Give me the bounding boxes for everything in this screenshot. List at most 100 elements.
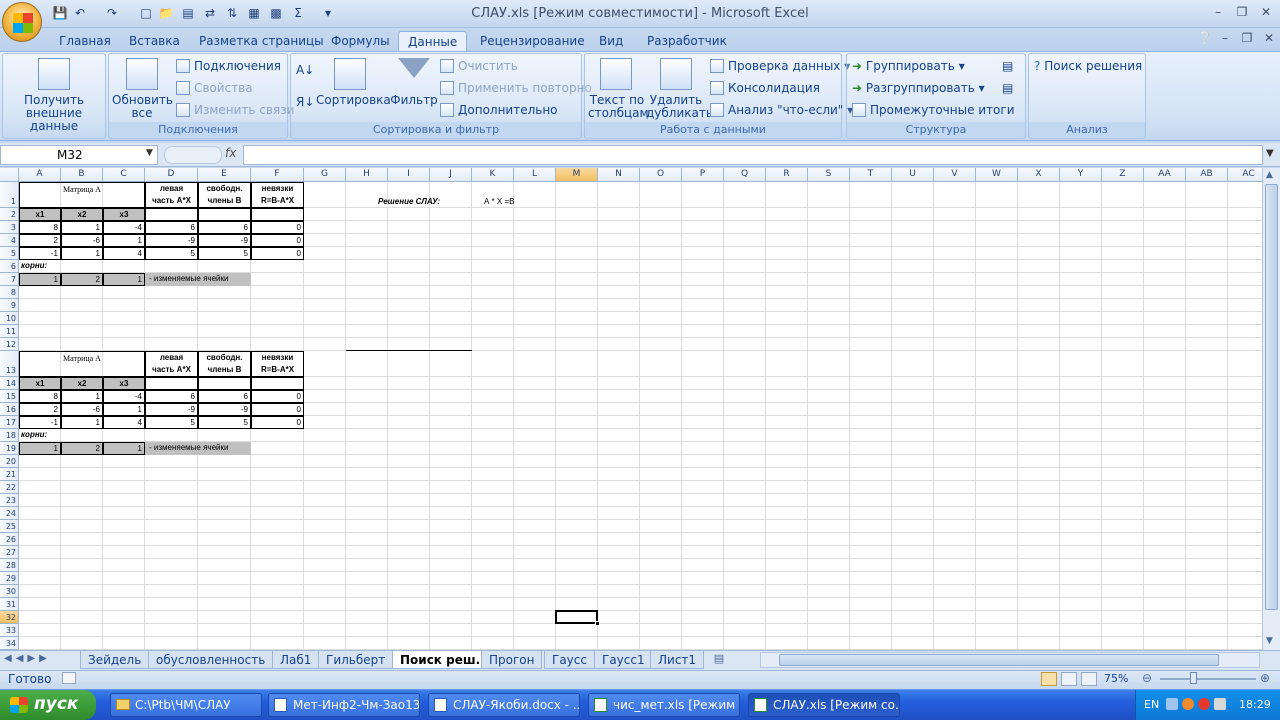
column-header[interactable]: Q	[724, 168, 766, 182]
vertical-scroll-thumb[interactable]	[1265, 184, 1278, 610]
root-cell[interactable]: 1	[103, 442, 145, 455]
tab-review[interactable]: Рецензирование	[471, 31, 594, 52]
row-header[interactable]: 25	[0, 520, 19, 533]
what-if-button[interactable]: Анализ "что-если" ▾	[710, 102, 853, 118]
matrix-cell[interactable]: -9	[198, 403, 251, 416]
row-header[interactable]: 13	[0, 351, 19, 377]
row-header[interactable]: 16	[0, 403, 19, 416]
tab-page-layout[interactable]: Разметка страницы	[190, 31, 333, 52]
name-box-dropdown-icon[interactable]: ▼	[146, 148, 153, 158]
column-header[interactable]: J	[430, 168, 472, 182]
matrix-title-cell[interactable]: Матрица А	[19, 182, 145, 208]
sheet-nav-icon[interactable]: ◀◀▶▶	[4, 653, 51, 664]
row-header[interactable]: 18	[0, 429, 19, 442]
column-header[interactable]: B	[61, 168, 103, 182]
free-terms-header[interactable]: свободн. члены В	[198, 351, 251, 377]
row-header[interactable]: 5	[0, 247, 19, 260]
column-header[interactable]: H	[346, 168, 388, 182]
refresh-all-button[interactable]: Обновить все	[112, 94, 173, 120]
row-header[interactable]: 3	[0, 221, 19, 234]
wb-close-icon[interactable]: ✕	[1258, 31, 1280, 47]
column-header[interactable]: O	[640, 168, 682, 182]
column-header[interactable]: S	[808, 168, 850, 182]
column-header[interactable]: T	[850, 168, 892, 182]
zoom-slider[interactable]	[1160, 678, 1256, 680]
name-box[interactable]: M32	[0, 145, 158, 165]
row-header[interactable]: 20	[0, 455, 19, 468]
expand-formula-icon[interactable]: ▼	[1266, 148, 1274, 159]
row-header[interactable]: 23	[0, 494, 19, 507]
task-explorer[interactable]: C:\Ptb\ЧМ\СЛАУ	[110, 693, 262, 717]
scroll-down-icon[interactable]: ▼	[1266, 636, 1273, 646]
sheet-tab[interactable]: обусловленность	[148, 651, 274, 669]
task-excel-2[interactable]: СЛАУ.xls [Режим со...	[748, 693, 900, 717]
matrix-cell[interactable]: 6	[145, 390, 198, 403]
data-validation-button[interactable]: Проверка данных ▾	[710, 58, 850, 74]
show-detail-icon[interactable]: ▤	[1002, 58, 1013, 74]
tab-home[interactable]: Главная	[50, 31, 120, 52]
column-header[interactable]: F	[251, 168, 304, 182]
page-layout-icon[interactable]	[1061, 672, 1077, 686]
zoom-slider-handle[interactable]	[1190, 672, 1197, 684]
row-header[interactable]: 27	[0, 546, 19, 559]
column-header[interactable]: A	[19, 168, 61, 182]
cell[interactable]	[198, 377, 251, 390]
matrix-cell[interactable]: -9	[145, 234, 198, 247]
left-side-header[interactable]: левая часть А*Х	[145, 182, 198, 208]
tray-icon[interactable]	[1166, 698, 1178, 710]
row-header[interactable]: 29	[0, 572, 19, 585]
row-header[interactable]: 15	[0, 390, 19, 403]
changing-cells-note[interactable]: - изменяемые ячейки	[145, 273, 251, 286]
column-header[interactable]: L	[514, 168, 556, 182]
row-header[interactable]: 30	[0, 585, 19, 598]
zoom-out-icon[interactable]: ⊖	[1142, 671, 1152, 685]
row-header[interactable]: 22	[0, 481, 19, 494]
sheet-tab[interactable]: Гильберт	[318, 651, 394, 669]
office-button[interactable]	[2, 2, 42, 42]
properties-button[interactable]: Свойства	[176, 80, 253, 96]
matrix-cell[interactable]: -4	[103, 221, 145, 234]
column-header[interactable]: M	[556, 168, 598, 182]
column-header[interactable]: D	[145, 168, 198, 182]
tab-formulas[interactable]: Формулы	[322, 31, 399, 52]
row-header[interactable]: 19	[0, 442, 19, 455]
matrix-cell[interactable]: 5	[145, 247, 198, 260]
matrix-cell[interactable]: 1	[103, 403, 145, 416]
normal-view-icon[interactable]	[1041, 672, 1057, 686]
tray-icon[interactable]	[1214, 698, 1226, 710]
horizontal-scrollbar[interactable]	[760, 652, 1260, 668]
clear-button[interactable]: Очистить	[440, 58, 518, 74]
variable-header[interactable]: x1	[19, 377, 61, 390]
task-word-2[interactable]: СЛАУ-Якоби.docx - ...	[428, 693, 580, 717]
matrix-cell[interactable]: 1	[61, 247, 103, 260]
column-header[interactable]: AC	[1228, 168, 1262, 182]
column-header[interactable]: Y	[1060, 168, 1102, 182]
column-header[interactable]: AB	[1186, 168, 1228, 182]
formula-input[interactable]	[243, 145, 1263, 165]
column-header[interactable]: Z	[1102, 168, 1144, 182]
matrix-cell[interactable]: 1	[103, 234, 145, 247]
row-header[interactable]: 21	[0, 468, 19, 481]
row-header[interactable]: 24	[0, 507, 19, 520]
group-button[interactable]: ➜ Группировать ▾	[852, 58, 965, 74]
text-to-columns-button[interactable]: Текст по столбцам	[588, 94, 649, 120]
insert-sheet-icon[interactable]: ▤	[708, 652, 730, 668]
matrix-cell[interactable]: 0	[251, 234, 304, 247]
matrix-cell[interactable]: 8	[19, 221, 61, 234]
matrix-cell[interactable]: 1	[61, 221, 103, 234]
row-header[interactable]: 4	[0, 234, 19, 247]
sheet-tab[interactable]: Лист1	[650, 651, 705, 669]
root-cell[interactable]: 2	[61, 273, 103, 286]
column-header[interactable]: C	[103, 168, 145, 182]
column-header[interactable]: R	[766, 168, 808, 182]
row-header[interactable]: 28	[0, 559, 19, 572]
matrix-cell[interactable]: 0	[251, 247, 304, 260]
matrix-cell[interactable]: 4	[103, 247, 145, 260]
get-external-data-button[interactable]: Получить внешние данные	[4, 94, 104, 133]
variable-header[interactable]: x2	[61, 208, 103, 221]
active-cell-selection[interactable]	[555, 610, 598, 624]
restore-icon[interactable]: ❐	[1231, 5, 1253, 21]
row-header[interactable]: 8	[0, 286, 19, 299]
hide-detail-icon[interactable]: ▤	[1002, 80, 1013, 96]
root-cell[interactable]: 1	[103, 273, 145, 286]
